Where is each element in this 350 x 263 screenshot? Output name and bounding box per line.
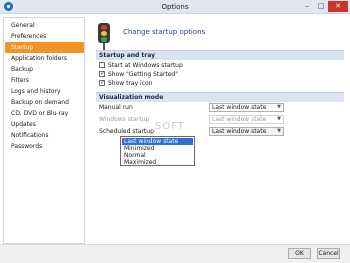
sidebar-item-cd-dvd-bluray[interactable]: CD, DVD or Blu-ray (5, 108, 84, 119)
dialog-footer: OK Cancel (0, 244, 350, 263)
maximize-button[interactable]: □ (314, 1, 328, 12)
sidebar-item-general[interactable]: General (5, 20, 84, 31)
manual-run-label: Manual run (99, 104, 133, 111)
watermark: SOFT (155, 121, 185, 132)
window-title: Options (161, 3, 189, 11)
minimize-button[interactable]: – (300, 1, 314, 12)
sidebar-item-backup-on-demand[interactable]: Backup on demand (5, 97, 84, 108)
chevron-down-icon: ▼ (277, 116, 281, 122)
sidebar-item-startup[interactable]: Startup (5, 42, 84, 53)
close-button[interactable]: ✕ (328, 1, 348, 12)
dropdown-option-maximized[interactable]: Maximized (122, 159, 193, 166)
scheduled-startup-dropdown: Last window state Minimized Normal Maxim… (120, 136, 195, 166)
visualization-mode-header: Visualization mode (96, 92, 344, 102)
show-getting-started-checkbox[interactable]: ✓ (99, 71, 105, 77)
title-bar: Options – □ ✕ (0, 0, 350, 14)
cancel-button[interactable]: Cancel (317, 248, 340, 259)
options-content: Change startup options Startup and tray … (89, 17, 347, 244)
start-at-windows-startup-option[interactable]: Start at Windows startup (99, 62, 183, 70)
ok-button[interactable]: OK (288, 248, 311, 259)
dropdown-option-last-window-state[interactable]: Last window state (122, 138, 193, 145)
sidebar-item-passwords[interactable]: Passwords (5, 141, 84, 152)
traffic-light-icon (98, 23, 110, 51)
scheduled-startup-label: Scheduled startup (99, 128, 154, 135)
sidebar-item-updates[interactable]: Updates (5, 119, 84, 130)
sidebar-item-notifications[interactable]: Notifications (5, 130, 84, 141)
scheduled-startup-select[interactable]: Last window state ▼ (209, 127, 284, 136)
windows-startup-label: Windows startup (99, 116, 150, 123)
manual-run-select[interactable]: Last window state ▼ (209, 103, 284, 112)
page-title: Change startup options (123, 28, 206, 36)
sidebar-item-application-folders[interactable]: Application folders (5, 53, 84, 64)
chevron-down-icon: ▼ (277, 104, 281, 110)
dropdown-option-minimized[interactable]: Minimized (122, 145, 193, 152)
startup-tray-header: Startup and tray (96, 50, 344, 60)
dropdown-option-normal[interactable]: Normal (122, 152, 193, 159)
chevron-down-icon: ▼ (277, 128, 281, 134)
sidebar-item-filters[interactable]: Filters (5, 75, 84, 86)
start-at-windows-startup-checkbox[interactable] (99, 62, 105, 68)
show-getting-started-option[interactable]: ✓ Show "Getting Started" (99, 71, 178, 79)
windows-startup-select: Last window state ▼ (209, 115, 284, 124)
show-tray-icon-checkbox[interactable]: ✓ (99, 80, 105, 86)
show-tray-icon-option[interactable]: ✓ Show tray icon (99, 80, 153, 88)
sidebar-item-backup[interactable]: Backup (5, 64, 84, 75)
sidebar-item-preferences[interactable]: Preferences (5, 31, 84, 42)
options-sidebar: General Preferences Startup Application … (3, 17, 85, 244)
sidebar-item-logs-and-history[interactable]: Logs and history (5, 86, 84, 97)
